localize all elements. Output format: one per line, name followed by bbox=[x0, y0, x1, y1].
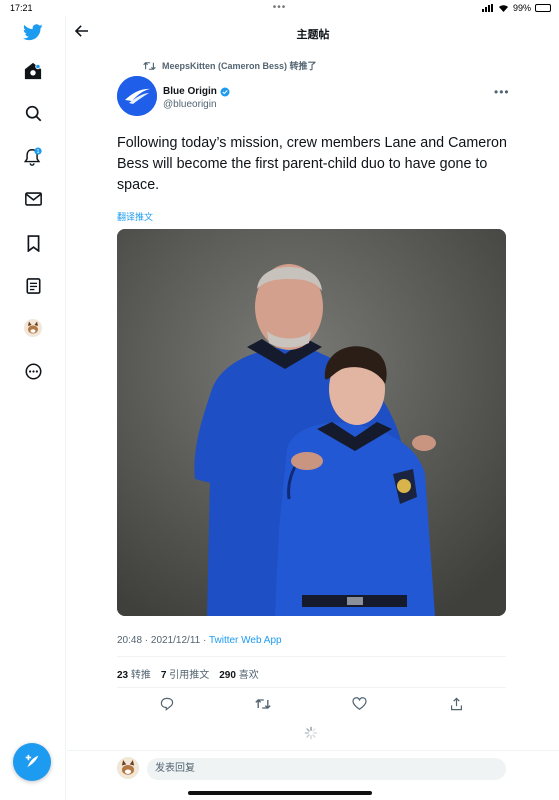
retweet-button[interactable] bbox=[255, 697, 271, 711]
wifi-icon bbox=[498, 5, 508, 12]
translate-link[interactable]: 翻译推文 bbox=[117, 210, 153, 223]
compose-icon bbox=[25, 754, 39, 768]
reply-avatar bbox=[117, 757, 139, 779]
source-app-link[interactable]: Twitter Web App bbox=[209, 635, 282, 646]
author-handle[interactable]: @blueorigin bbox=[163, 99, 217, 110]
retweet-text: MeepsKitten (Cameron Bess) 转推了 bbox=[162, 61, 317, 71]
sidebar: 1 bbox=[0, 16, 66, 800]
compose-button[interactable] bbox=[13, 743, 51, 781]
loading-spinner-icon bbox=[304, 726, 318, 745]
status-bar: 17:21 ••• 99% bbox=[0, 0, 559, 16]
author-name[interactable]: Blue Origin bbox=[163, 86, 230, 97]
notification-badge: 1 bbox=[36, 149, 39, 155]
reply-button[interactable] bbox=[160, 697, 174, 711]
tweet-photo[interactable] bbox=[117, 229, 506, 616]
divider bbox=[117, 687, 506, 688]
page-title: 主题帖 bbox=[296, 29, 330, 41]
multitask-dots-icon[interactable]: ••• bbox=[273, 2, 287, 13]
tweet-timestamp: 20:48 · 2021/12/11 · Twitter Web App bbox=[117, 635, 282, 646]
bookmark-icon[interactable] bbox=[0, 235, 66, 252]
reply-input[interactable]: 发表回复 bbox=[147, 758, 506, 780]
like-count[interactable]: 290 喜欢 bbox=[219, 666, 258, 681]
home-indicator[interactable] bbox=[188, 791, 372, 795]
profile-avatar[interactable] bbox=[0, 319, 66, 337]
author-avatar[interactable] bbox=[117, 76, 157, 116]
quote-count[interactable]: 7 引用推文 bbox=[161, 666, 209, 681]
retweet-icon bbox=[143, 61, 156, 70]
share-button[interactable] bbox=[450, 697, 463, 711]
thread-header: 主题帖 bbox=[67, 16, 559, 50]
more-circle-icon[interactable] bbox=[0, 363, 66, 380]
retweet-attribution[interactable]: MeepsKitten (Cameron Bess) 转推了 bbox=[143, 59, 317, 72]
bell-icon[interactable]: 1 bbox=[0, 147, 66, 167]
share-icon bbox=[451, 697, 462, 711]
verified-icon bbox=[220, 87, 230, 96]
status-time: 17:21 bbox=[10, 3, 33, 13]
twitter-logo-icon[interactable] bbox=[0, 24, 66, 41]
mail-icon[interactable] bbox=[0, 192, 66, 206]
divider bbox=[67, 750, 559, 751]
timestamp-text: 20:48 · 2021/12/11 · bbox=[117, 635, 209, 646]
search-icon[interactable] bbox=[0, 105, 66, 122]
tweet-text: Following today’s mission, crew members … bbox=[117, 135, 507, 193]
reply-icon bbox=[160, 697, 174, 711]
like-button[interactable] bbox=[352, 697, 367, 711]
status-icons: 99% bbox=[481, 3, 551, 13]
tweet-stats: 23 转推 7 引用推文 290 喜欢 bbox=[117, 666, 259, 681]
retweet-icon bbox=[255, 699, 271, 709]
status-battery-percent: 99% bbox=[512, 3, 531, 13]
retweet-count[interactable]: 23 转推 bbox=[117, 666, 151, 681]
divider bbox=[117, 656, 506, 657]
like-icon bbox=[352, 697, 367, 711]
more-options-button[interactable]: ••• bbox=[494, 85, 510, 99]
author-name-label: Blue Origin bbox=[163, 86, 217, 97]
signal-icon bbox=[481, 4, 493, 12]
list-icon[interactable] bbox=[0, 278, 66, 294]
battery-icon bbox=[535, 4, 551, 12]
home-icon[interactable] bbox=[0, 62, 66, 80]
